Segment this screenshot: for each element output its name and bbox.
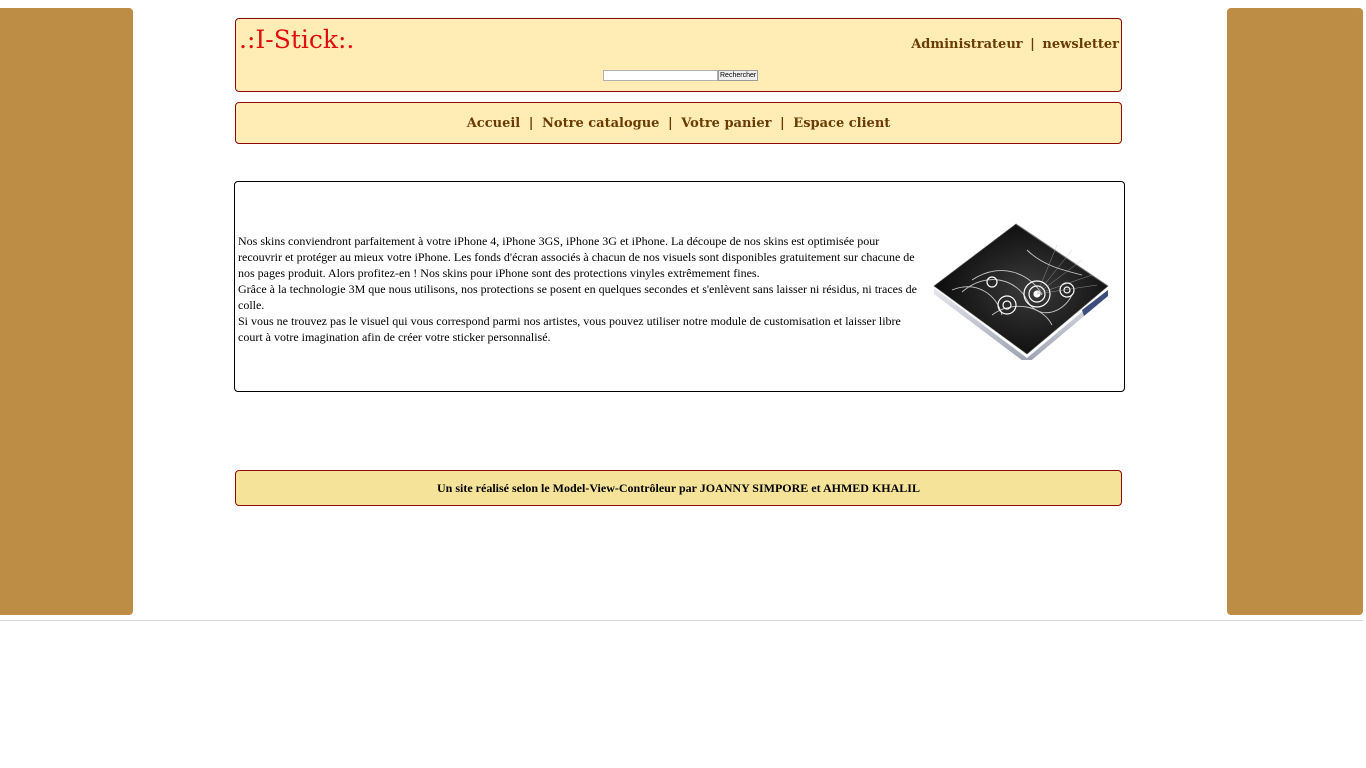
nav-separator: | — [667, 116, 673, 131]
content-panel: Nos skins conviendront parfaitement à vo… — [234, 181, 1125, 392]
nav-separator: | — [780, 116, 785, 131]
administrateur-link[interactable]: Administrateur — [911, 37, 1022, 52]
nav-item-accueil[interactable]: Accueil — [467, 116, 521, 131]
site-footer: Un site réalisé selon le Model-View-Cont… — [235, 470, 1122, 506]
nav-item-panier[interactable]: Votre panier — [681, 116, 771, 131]
search-form: Rechercher — [603, 70, 759, 81]
content-paragraph: Si vous ne trouvez pas le visuel qui vou… — [238, 314, 901, 344]
site-header: .:I-Stick:. Administrateur | newsletter … — [235, 18, 1122, 92]
link-separator: | — [1030, 37, 1035, 52]
footer-credits: Un site réalisé selon le Model-View-Cont… — [437, 481, 920, 495]
newsletter-link[interactable]: newsletter — [1042, 37, 1119, 52]
site-logo[interactable]: .:I-Stick:. — [239, 25, 354, 54]
nav-links: Accueil | Notre catalogue | Votre panier… — [236, 116, 1121, 131]
top-links: Administrateur | newsletter — [911, 37, 1119, 52]
search-input[interactable] — [603, 70, 718, 81]
nav-item-espace-client[interactable]: Espace client — [793, 116, 890, 131]
search-button[interactable]: Rechercher — [718, 70, 759, 81]
nav-separator: | — [528, 116, 534, 131]
nav-item-catalogue[interactable]: Notre catalogue — [542, 116, 659, 131]
content-text: Nos skins conviendront parfaitement à vo… — [238, 233, 921, 345]
content-paragraph: Nos skins conviendront parfaitement à vo… — [238, 234, 915, 280]
content-paragraph: Grâce à la technologie 3M que nous utili… — [238, 282, 917, 312]
laptop-skin-image — [933, 223, 1109, 360]
main-navigation: Accueil | Notre catalogue | Votre panier… — [235, 102, 1122, 144]
right-decorative-bar — [1227, 8, 1363, 615]
left-decorative-bar — [0, 8, 133, 615]
page-divider — [0, 620, 1363, 621]
